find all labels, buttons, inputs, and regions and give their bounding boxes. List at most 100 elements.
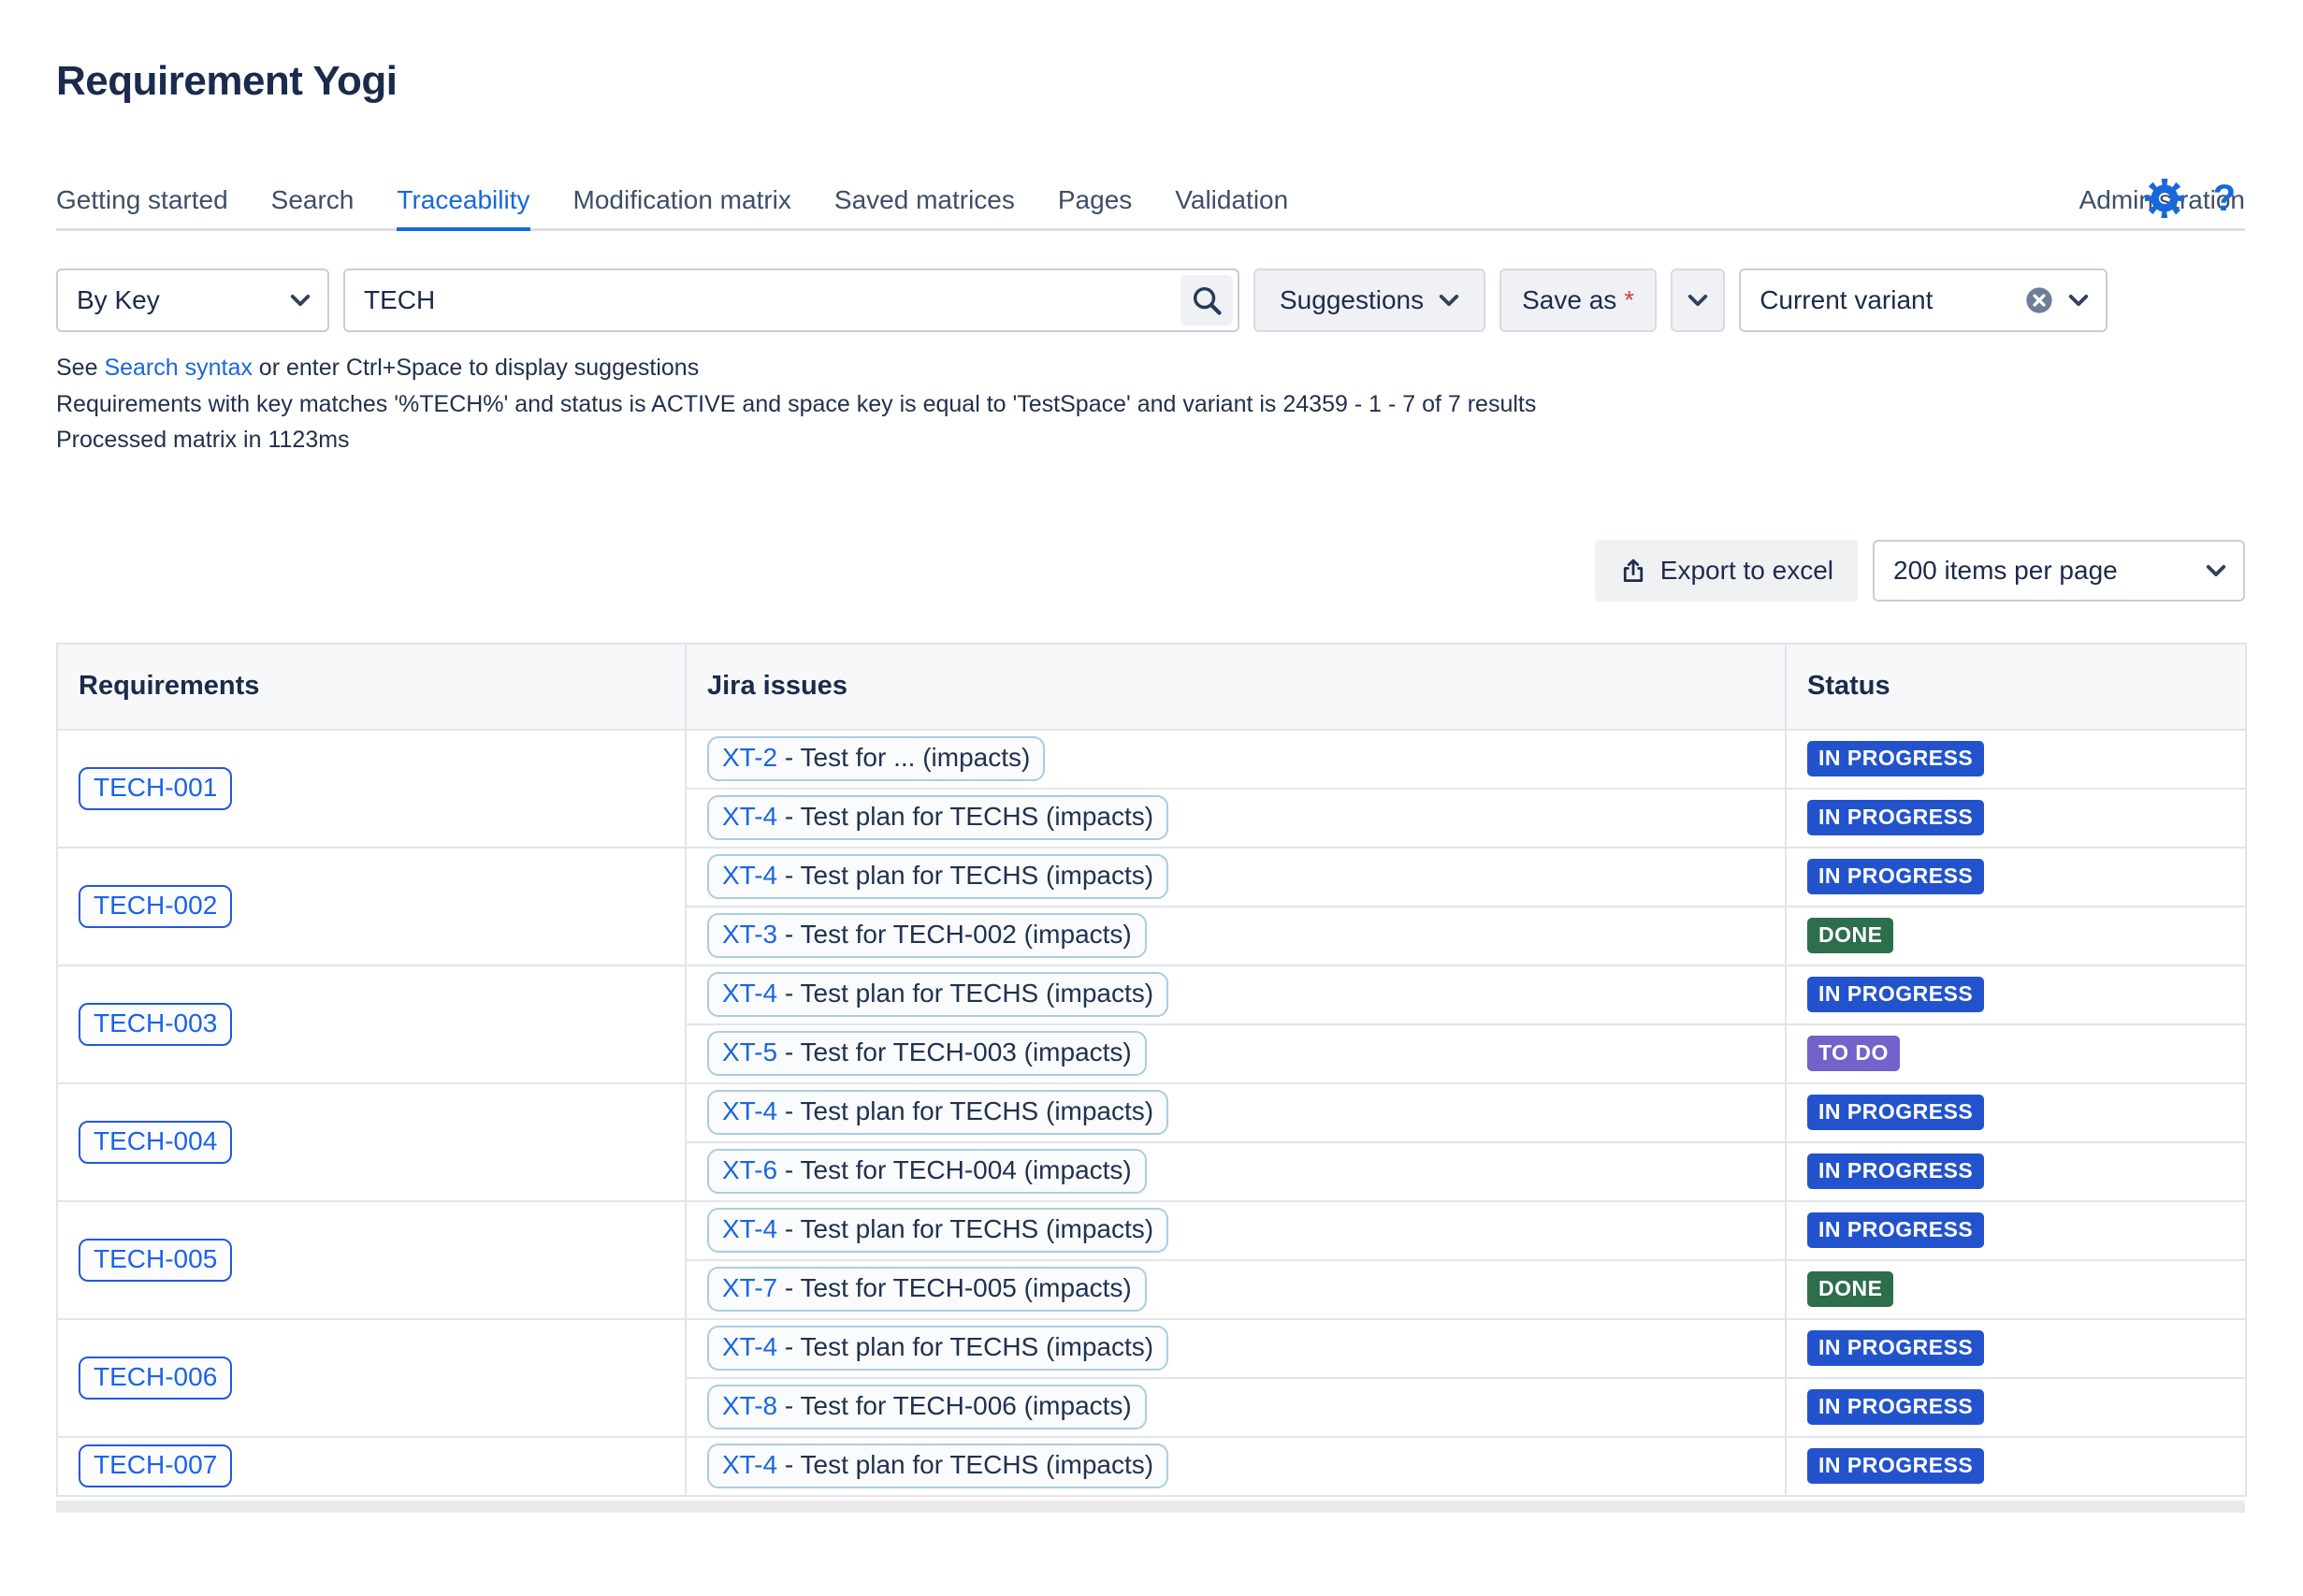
jira-issue-pill[interactable]: XT-4 - Test plan for TECHS (impacts) [707,972,1169,1017]
processed-time: Processed matrix in 1123ms [56,426,350,453]
jira-issue-pill[interactable]: XT-4 - Test plan for TECHS (impacts) [707,1444,1169,1488]
required-asterisk: * [1624,284,1635,314]
status-badge: IN PROGRESS [1807,740,1985,777]
status-cell: IN PROGRESS [1785,1140,2247,1202]
jira-issue-cell: XT-4 - Test plan for TECHS (impacts) [685,787,1787,849]
requirement-link[interactable]: TECH-001 [79,766,233,810]
jira-issue-pill[interactable]: XT-6 - Test for TECH-004 (impacts) [707,1149,1147,1194]
requirement-link[interactable]: TECH-002 [79,884,233,928]
search-icon [1193,286,1222,315]
jira-issue-pill[interactable]: XT-4 - Test plan for TECHS (impacts) [707,1208,1169,1253]
jira-issue-pill[interactable]: XT-2 - Test for ... (impacts) [707,736,1046,781]
scope-select[interactable]: By Key [56,268,329,332]
search-syntax-link[interactable]: Search syntax [104,355,252,381]
scope-select-value: By Key [77,284,160,314]
export-label: Export to excel [1659,555,1833,585]
save-as-split-button[interactable] [1671,268,1726,332]
table-row: TECH-001 XT-2 - Test for ... (impacts) IN … [56,728,2247,849]
status-cell: IN PROGRESS [1785,846,2247,907]
syntax-hint: See Search syntax or enter Ctrl+Space to… [56,354,700,381]
jira-issue-summary: - Test for TECH-003 (impacts) [777,1037,1132,1066]
requirement-link[interactable]: TECH-004 [79,1120,233,1164]
tab-getting-started[interactable]: Getting started [56,185,228,231]
suggestions-button[interactable]: Suggestions [1253,268,1486,332]
jira-issue-pill[interactable]: XT-3 - Test for TECH-002 (impacts) [707,913,1147,958]
help-icon[interactable]: ? [2213,180,2236,217]
table-row: TECH-002 XT-4 - Test plan for TECHS (impa… [56,846,2247,966]
page-size-value: 200 items per page [1893,555,2118,585]
jira-issue-pill[interactable]: XT-4 - Test plan for TECHS (impacts) [707,795,1169,840]
jira-issue-pill[interactable]: XT-7 - Test for TECH-005 (impacts) [707,1267,1147,1312]
jira-issue-cell: XT-6 - Test for TECH-004 (impacts) [685,1140,1787,1202]
status-cell: DONE [1785,1258,2247,1320]
page-size-select[interactable]: 200 items per page [1873,539,2245,602]
tab-pages[interactable]: Pages [1058,185,1132,231]
export-to-excel-button[interactable]: Export to excel [1594,539,1858,602]
tab-search[interactable]: Search [271,185,355,231]
jira-issue-pill[interactable]: XT-4 - Test plan for TECHS (impacts) [707,1090,1169,1135]
status-cell: IN PROGRESS [1785,1376,2247,1438]
search-input[interactable] [364,284,1180,315]
jira-issue-summary: - Test plan for TECHS (impacts) [777,979,1154,1008]
jira-issue-key-link[interactable]: XT-4 [722,861,777,890]
jira-issue-key-link[interactable]: XT-7 [722,1273,777,1302]
jira-issue-summary: - Test plan for TECHS (impacts) [777,1096,1154,1125]
jira-issue-key-link[interactable]: XT-4 [722,1332,777,1361]
jira-issue-key-link[interactable]: XT-4 [722,802,777,831]
status-badge: DONE [1807,917,1894,954]
tab-modification-matrix[interactable]: Modification matrix [573,185,791,231]
jira-issue-summary: - Test plan for TECHS (impacts) [777,1214,1154,1243]
requirement-link[interactable]: TECH-007 [79,1444,233,1487]
jira-issue-summary: - Test for TECH-006 (impacts) [777,1391,1132,1420]
variant-select[interactable]: Current variant [1739,268,2108,332]
save-as-button[interactable]: Save as * [1499,268,1658,332]
table-toolbar: Export to excel 200 items per page [56,539,2245,602]
status-badge: IN PROGRESS [1807,1447,1985,1485]
status-badge: IN PROGRESS [1807,1212,1985,1249]
tab-validation[interactable]: Validation [1175,185,1288,231]
jira-issue-pill[interactable]: XT-5 - Test for TECH-003 (impacts) [707,1031,1147,1076]
status-badge: IN PROGRESS [1807,858,1985,895]
status-cell: IN PROGRESS [1785,787,2247,849]
jira-issue-key-link[interactable]: XT-4 [722,1450,777,1479]
requirement-link[interactable]: TECH-003 [79,1002,233,1046]
requirement-link[interactable]: TECH-005 [79,1238,233,1282]
tab-traceability[interactable]: Traceability [397,185,530,231]
jira-issue-cell: XT-4 - Test plan for TECHS (impacts) [685,1081,1787,1143]
jira-issue-summary: - Test plan for TECHS (impacts) [777,802,1154,831]
status-cell: IN PROGRESS [1785,728,2247,790]
jira-issue-cell: XT-4 - Test plan for TECHS (impacts) [685,964,1787,1025]
status-badge: IN PROGRESS [1807,1153,1985,1190]
chevron-down-icon [1439,294,1459,306]
jira-issue-pill[interactable]: XT-4 - Test plan for TECHS (impacts) [707,854,1169,899]
requirement-cell: TECH-004 [56,1081,687,1202]
jira-issue-pill[interactable]: XT-8 - Test for TECH-006 (impacts) [707,1385,1147,1429]
jira-issue-key-link[interactable]: XT-2 [722,743,777,772]
table-row: TECH-006 XT-4 - Test plan for TECHS (impa… [56,1317,2247,1438]
column-header-jira-issues: Jira issues [685,642,1787,731]
jira-issue-pill[interactable]: XT-4 - Test plan for TECHS (impacts) [707,1326,1169,1371]
jira-issue-cell: XT-5 - Test for TECH-003 (impacts) [685,1023,1787,1084]
jira-issue-cell: XT-8 - Test for TECH-006 (impacts) [685,1376,1787,1438]
jira-issue-key-link[interactable]: XT-4 [722,1096,777,1125]
jira-issue-key-link[interactable]: XT-4 [722,1214,777,1243]
search-button[interactable] [1180,274,1233,326]
status-cell: IN PROGRESS [1785,1317,2247,1379]
jira-issue-key-link[interactable]: XT-6 [722,1155,777,1184]
tab-saved-matrices[interactable]: Saved matrices [834,185,1015,231]
jira-issue-key-link[interactable]: XT-3 [722,920,777,949]
table-row: TECH-004 XT-4 - Test plan for TECHS (impa… [56,1081,2247,1202]
jira-issue-summary: - Test plan for TECHS (impacts) [777,1450,1154,1479]
jira-issue-cell: XT-4 - Test plan for TECHS (impacts) [685,1199,1787,1261]
jira-issue-summary: - Test for ... (impacts) [777,743,1031,772]
requirement-cell: TECH-002 [56,846,687,966]
jira-issue-key-link[interactable]: XT-4 [722,979,777,1008]
jira-issue-key-link[interactable]: XT-8 [722,1391,777,1420]
matrix-table-body: TECH-001 XT-2 - Test for ... (impacts) IN … [56,728,2247,1497]
jira-issue-key-link[interactable]: XT-5 [722,1037,777,1066]
jira-issue-cell: XT-7 - Test for TECH-005 (impacts) [685,1258,1787,1320]
requirement-link[interactable]: TECH-006 [79,1356,233,1400]
status-badge: IN PROGRESS [1807,1388,1985,1426]
column-header-requirements: Requirements [56,642,687,731]
gear-icon[interactable] [2144,178,2185,219]
